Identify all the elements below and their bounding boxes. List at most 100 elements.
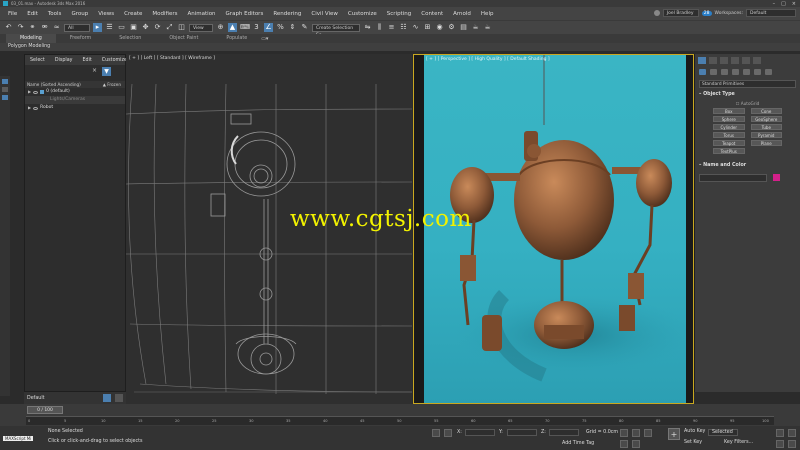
scene-menu-display[interactable]: Display (50, 58, 78, 63)
select-manipulate-icon[interactable]: ▲ (228, 23, 237, 32)
menu-help[interactable]: Help (476, 11, 499, 17)
pivot-icon[interactable]: ⊕ (216, 23, 225, 32)
object-type-rollout[interactable]: – Object Type (699, 91, 796, 99)
teapot-button[interactable]: Teapot (713, 140, 745, 146)
named-selection-dropdown[interactable]: Create Selection Se (312, 23, 360, 38)
expand-arrow-icon[interactable]: ▶ (28, 104, 31, 112)
modify-tab-icon[interactable] (709, 57, 717, 64)
curve-editor-icon[interactable]: ∿ (411, 23, 420, 32)
align-icon[interactable]: ⫼ (375, 23, 384, 32)
scene-explorer-icon[interactable]: ☷ (399, 23, 408, 32)
layer-options-icon[interactable] (114, 394, 123, 402)
helpers-icon[interactable] (743, 69, 750, 75)
tab-object-paint[interactable]: Object Paint (155, 36, 212, 41)
name-field[interactable] (699, 174, 767, 182)
y-coordinate-field[interactable] (507, 429, 537, 436)
scene-row-robot[interactable]: ▶ Robot (25, 104, 125, 112)
add-time-tag[interactable]: Add Time Tag (562, 441, 594, 446)
menu-rendering[interactable]: Rendering (268, 11, 306, 17)
redo-icon[interactable]: ↷ (16, 23, 25, 32)
move-icon[interactable]: ✥ (141, 23, 150, 32)
visibility-eye-icon[interactable] (33, 90, 39, 94)
maximize-viewport-icon[interactable] (788, 440, 796, 448)
tool-icon[interactable] (2, 87, 8, 92)
menu-file[interactable]: File (3, 11, 22, 17)
layer-name-label[interactable]: Default (27, 396, 45, 401)
selection-filter-dropdown[interactable]: All (64, 23, 90, 32)
render-setup-icon[interactable]: ⚙ (447, 23, 456, 32)
set-key-icon[interactable]: + (668, 428, 680, 440)
tab-populate[interactable]: Populate (212, 36, 261, 41)
menu-group[interactable]: Group (66, 11, 93, 17)
key-mode-icon[interactable] (620, 440, 628, 448)
menu-views[interactable]: Views (93, 11, 119, 17)
select-object-icon[interactable]: ▸ (93, 23, 102, 32)
close-filter-icon[interactable]: × (92, 67, 97, 74)
time-slider[interactable]: 0 / 100 (27, 406, 63, 414)
ribbon-options-icon[interactable]: ▭▾ (261, 36, 268, 42)
zoom-icon[interactable] (776, 429, 784, 437)
orbit-icon[interactable] (776, 440, 784, 448)
go-to-end-icon[interactable] (644, 429, 652, 437)
name-and-color-rollout[interactable]: – Name and Color (699, 162, 796, 170)
hierarchy-tab-icon[interactable] (720, 57, 728, 64)
filter-icon[interactable]: ▼ (102, 67, 111, 76)
shapes-icon[interactable] (710, 69, 717, 75)
percent-snap-icon[interactable]: % (276, 23, 285, 32)
menu-tools[interactable]: Tools (43, 11, 67, 17)
create-tab-icon[interactable] (698, 57, 706, 64)
key-mode-dropdown[interactable]: Selected (708, 429, 738, 436)
render-iterative-icon[interactable]: ☕ (483, 23, 492, 32)
scene-menu-select[interactable]: Select (25, 58, 50, 63)
tool-icon[interactable] (2, 79, 8, 84)
x-coordinate-field[interactable] (465, 429, 495, 436)
display-tab-icon[interactable] (742, 57, 750, 64)
scale-icon[interactable]: ⤢ (165, 23, 174, 32)
expand-arrow-icon[interactable]: ▶ (28, 88, 31, 96)
menu-animation[interactable]: Animation (183, 11, 221, 17)
mirror-icon[interactable]: ⇋ (363, 23, 372, 32)
ribbon-panel-label[interactable]: Polygon Modeling (0, 43, 800, 51)
tool-icon[interactable] (2, 95, 8, 100)
menu-customize[interactable]: Customize (343, 11, 382, 17)
pan-icon[interactable] (788, 429, 796, 437)
link-icon[interactable]: ⚭ (28, 23, 37, 32)
render-production-icon[interactable]: ☕ (471, 23, 480, 32)
set-key-button[interactable]: Set Key (684, 440, 702, 445)
rotate-icon[interactable]: ⟳ (153, 23, 162, 32)
close-icon[interactable]: × (792, 1, 796, 7)
material-editor-icon[interactable]: ◉ (435, 23, 444, 32)
frozen-column-header[interactable]: ▲ Frozen (103, 81, 121, 88)
tab-freeform[interactable]: Freeform (56, 36, 105, 41)
schematic-view-icon[interactable]: ⊞ (423, 23, 432, 32)
box-button[interactable]: Box (713, 108, 745, 114)
maxscript-listener[interactable]: MAXScript Mi (3, 436, 34, 441)
motion-tab-icon[interactable] (731, 57, 739, 64)
time-slider-track[interactable] (26, 407, 766, 413)
space-warps-icon[interactable] (754, 69, 761, 75)
time-config-icon[interactable] (632, 440, 640, 448)
z-coordinate-field[interactable] (549, 429, 579, 436)
geometry-icon[interactable] (699, 69, 706, 75)
window-crossing-icon[interactable]: ▣ (129, 23, 138, 32)
sphere-button[interactable]: Sphere (713, 116, 745, 122)
scene-row-layer-default[interactable]: ▶ 0 (default) (25, 88, 125, 96)
tube-button[interactable]: Tube (750, 124, 782, 130)
minimize-icon[interactable]: – (773, 1, 776, 7)
geosphere-button[interactable]: GeoSphere (750, 116, 782, 122)
tab-selection[interactable]: Selection (105, 36, 155, 41)
layer-explorer-icon[interactable]: ≡ (387, 23, 396, 32)
track-bar[interactable]: 0 5 10 15 20 25 30 35 40 45 50 55 60 65 … (26, 416, 774, 425)
select-by-name-icon[interactable]: ☰ (105, 23, 114, 32)
menu-content[interactable]: Content (416, 11, 448, 17)
tab-modeling[interactable]: Modeling (6, 34, 56, 43)
color-swatch[interactable] (772, 174, 780, 181)
key-filters-button[interactable]: Key Filters... (724, 440, 753, 445)
cylinder-button[interactable]: Cylinder (713, 124, 745, 130)
scene-column-header[interactable]: Name (Sorted Ascending) ▲ Frozen (25, 81, 125, 88)
menu-create[interactable]: Create (119, 11, 147, 17)
plane-button[interactable]: Plane (750, 140, 782, 146)
spinner-snap-icon[interactable]: ⇕ (288, 23, 297, 32)
lock-selection-icon[interactable] (432, 429, 440, 437)
scene-menu-edit[interactable]: Edit (78, 58, 97, 63)
